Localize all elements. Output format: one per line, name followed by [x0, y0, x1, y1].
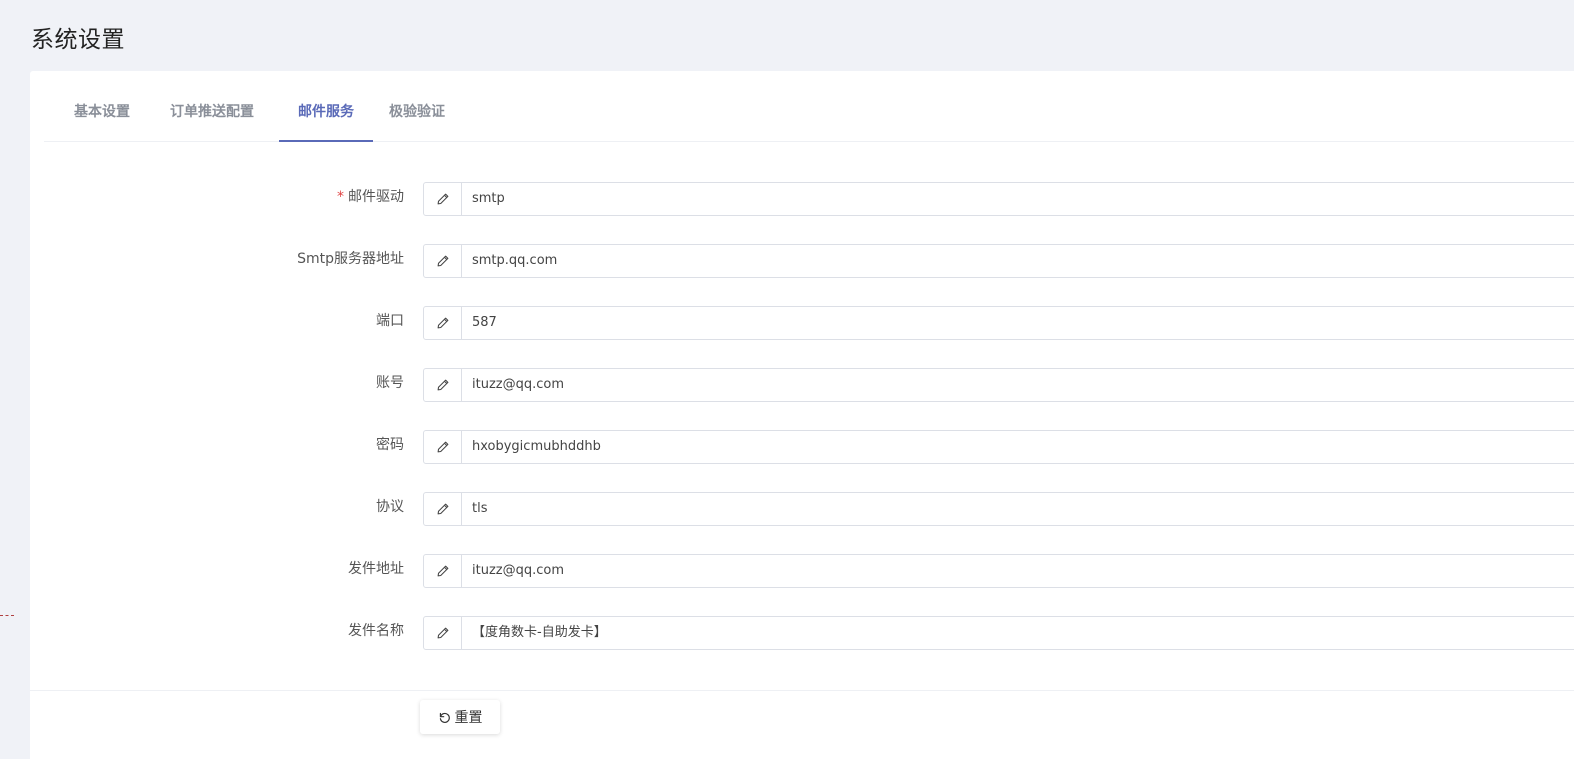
- smtp-host-input-group: [423, 244, 1574, 278]
- side-marker: [0, 615, 14, 617]
- form-row-password: 密码: [30, 430, 1574, 464]
- tab-basic-settings[interactable]: 基本设置: [72, 71, 132, 141]
- field-label: 端口: [376, 313, 404, 329]
- field-label: 发件地址: [348, 561, 404, 577]
- password-input-group: [423, 430, 1574, 464]
- field-label: 密码: [376, 437, 404, 453]
- pencil-icon[interactable]: [424, 555, 462, 587]
- tab-geetest-verification[interactable]: 极验验证: [387, 71, 447, 141]
- form-row-mail-driver: * 邮件驱动: [30, 182, 1574, 216]
- account-input-group: [423, 368, 1574, 402]
- sender-address-input-group: [423, 554, 1574, 588]
- field-label: 发件名称: [348, 623, 404, 639]
- reset-button[interactable]: 重置: [420, 700, 500, 734]
- protocol-input-group: [423, 492, 1574, 526]
- mail-driver-input[interactable]: [472, 183, 1562, 215]
- form-row-sender-name: 发件名称: [30, 616, 1574, 650]
- account-input[interactable]: [472, 369, 1562, 401]
- form-row-port: 端口: [30, 306, 1574, 340]
- page-title: 系统设置: [31, 27, 125, 53]
- smtp-host-input[interactable]: [472, 245, 1562, 277]
- pencil-icon[interactable]: [424, 307, 462, 339]
- undo-icon: [439, 712, 450, 723]
- settings-tabs: 基本设置 订单推送配置 邮件服务 极验验证: [44, 71, 1574, 142]
- form-row-smtp-host: Smtp服务器地址: [30, 244, 1574, 278]
- reset-button-label: 重置: [454, 710, 483, 726]
- port-input-group: [423, 306, 1574, 340]
- required-mark: *: [337, 189, 344, 205]
- pencil-icon[interactable]: [424, 245, 462, 277]
- pencil-icon[interactable]: [424, 493, 462, 525]
- form-row-account: 账号: [30, 368, 1574, 402]
- pencil-icon[interactable]: [424, 431, 462, 463]
- field-label: * 邮件驱动: [337, 189, 404, 205]
- tab-mail-service[interactable]: 邮件服务: [279, 71, 373, 142]
- port-input[interactable]: [472, 307, 1562, 339]
- form-row-sender-address: 发件地址: [30, 554, 1574, 588]
- settings-card: 基本设置 订单推送配置 邮件服务 极验验证 *邮件驱动 Smtp服务器地址 端口: [30, 71, 1574, 759]
- sender-name-input[interactable]: [472, 617, 1562, 649]
- field-label: 协议: [376, 499, 404, 515]
- mail-driver-input-group: [423, 182, 1574, 216]
- pencil-icon[interactable]: [424, 183, 462, 215]
- pencil-icon[interactable]: [424, 369, 462, 401]
- tab-order-push-config[interactable]: 订单推送配置: [168, 71, 256, 141]
- sender-name-input-group: [423, 616, 1574, 650]
- sender-address-input[interactable]: [472, 555, 1562, 587]
- field-label: 账号: [376, 375, 404, 391]
- pencil-icon[interactable]: [424, 617, 462, 649]
- footer-divider: [30, 690, 1574, 691]
- password-input[interactable]: [472, 431, 1562, 463]
- field-label: Smtp服务器地址: [297, 251, 404, 267]
- protocol-input[interactable]: [472, 493, 1562, 525]
- form-row-protocol: 协议: [30, 492, 1574, 526]
